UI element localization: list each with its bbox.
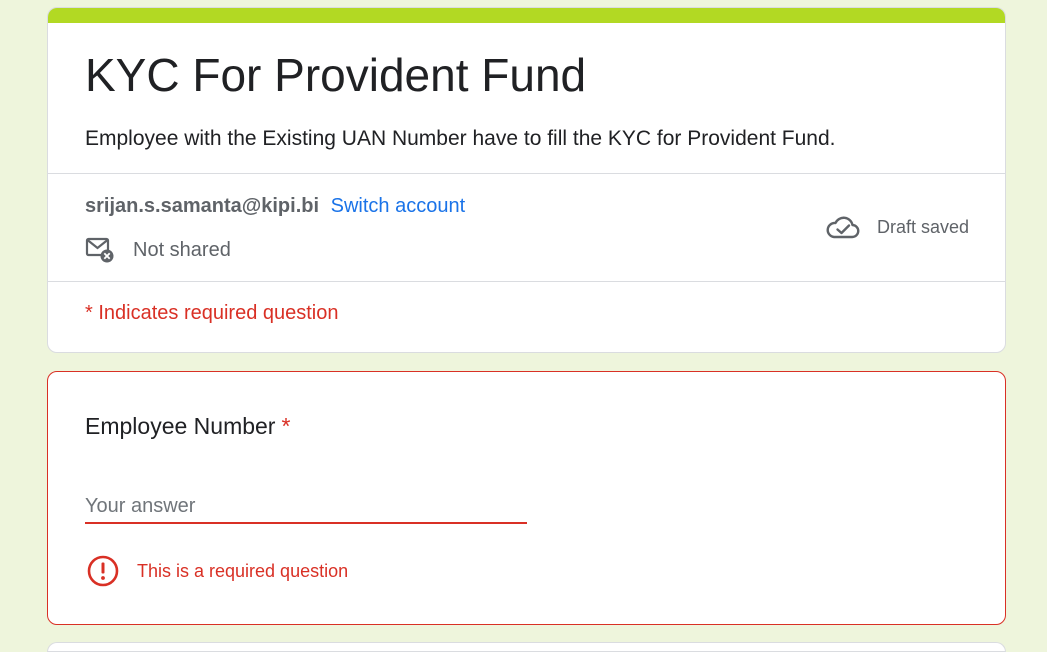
- shared-status: Not shared: [85, 236, 231, 264]
- switch-account-link[interactable]: Switch account: [331, 195, 466, 217]
- form-header-card: KYC For Provident Fund Employee with the…: [47, 7, 1006, 353]
- question-title: Employee Number *: [85, 412, 290, 440]
- account-row: srijan.s.samanta@kipi.bi Switch account: [85, 194, 465, 218]
- divider: [48, 281, 1005, 282]
- form-description: Employee with the Existing UAN Number ha…: [85, 127, 836, 150]
- mail-not-shared-icon: [85, 236, 115, 264]
- divider: [48, 173, 1005, 174]
- required-note: * Indicates required question: [85, 302, 339, 324]
- draft-status: Draft saved: [825, 212, 969, 242]
- error-icon: [85, 553, 121, 589]
- next-question-card: [47, 642, 1006, 652]
- required-asterisk: *: [281, 413, 291, 439]
- cloud-done-icon: [825, 212, 861, 242]
- draft-status-label: Draft saved: [876, 216, 969, 237]
- error-text: This is a required question: [137, 560, 349, 581]
- question-card-employee-number: Employee Number* This is a required ques…: [47, 371, 1006, 625]
- error-message: This is a required question: [85, 553, 348, 589]
- employee-number-input[interactable]: [85, 490, 527, 524]
- shared-status-label: Not shared: [133, 238, 231, 261]
- account-email: srijan.s.samanta@kipi.bi: [85, 195, 320, 217]
- form-title: KYC For Provident Fund: [85, 49, 587, 101]
- accent-bar: [48, 8, 1005, 23]
- question-label: Employee Number: [85, 413, 276, 439]
